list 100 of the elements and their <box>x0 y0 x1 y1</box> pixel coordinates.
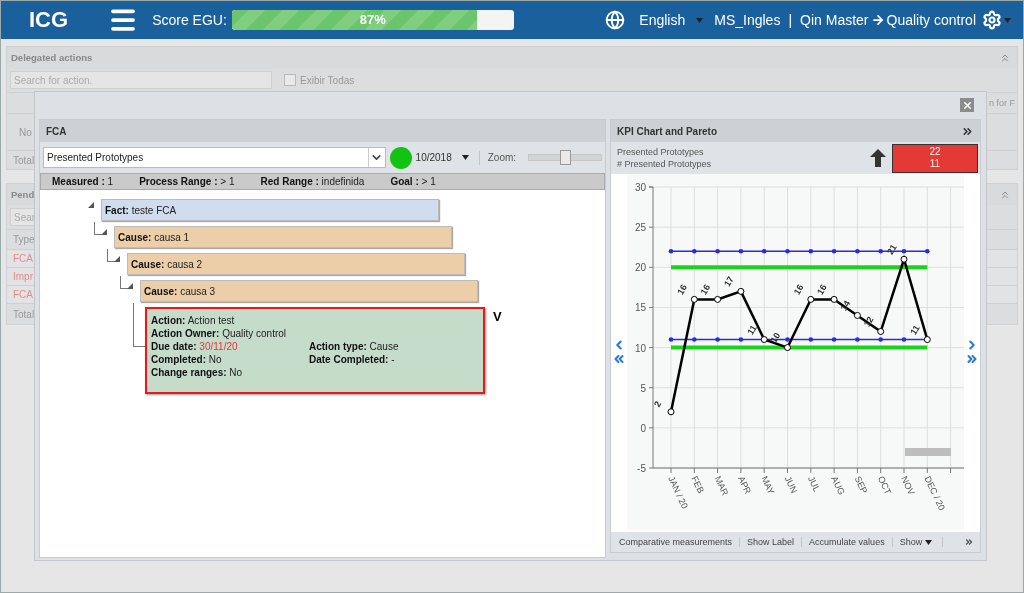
indicator-name: Presented Prototypes <box>617 147 705 157</box>
data-point <box>761 336 769 344</box>
axis-label: FEB <box>689 474 707 495</box>
unit-name[interactable]: Quality control <box>886 12 976 28</box>
stat-text: Process Range : > 1 <box>139 176 235 187</box>
close-button[interactable] <box>960 98 974 112</box>
period-selector[interactable]: 10/2018 <box>415 152 452 163</box>
target-value: 11 <box>929 158 941 170</box>
axis-label: 20 <box>635 262 647 274</box>
data-point <box>807 295 815 303</box>
limit-point <box>762 248 767 254</box>
data-label: 11 <box>745 323 759 337</box>
action-field: Change ranges: No <box>151 367 309 378</box>
panel-title: KPI Chart and Pareto <box>617 125 718 137</box>
axis-label: 5 <box>640 382 647 394</box>
total-label: Total <box>13 154 35 166</box>
action-field: Date Completed: - <box>309 354 479 365</box>
data-point <box>830 295 838 303</box>
caret-icon[interactable] <box>461 155 469 160</box>
panel-title: Pend <box>11 189 35 200</box>
action-field: Due date: 30/11/20 <box>151 341 309 352</box>
axis-label: JUN <box>783 474 800 495</box>
table-cell: Impr <box>13 271 33 282</box>
toolbar-button[interactable]: Comparative measurements <box>617 537 741 547</box>
axis-label: APR <box>736 474 754 496</box>
toolbar-button[interactable]: Show Label <box>740 537 803 547</box>
column-header: Type <box>13 234 35 245</box>
limit-point <box>692 337 697 342</box>
checkbox-label: Exibir Todas <box>300 74 355 86</box>
limit-point <box>785 248 791 254</box>
data-label: 11 <box>908 323 923 337</box>
axis-label: NOV <box>899 474 917 497</box>
separator-text: | <box>788 12 793 28</box>
expand-icon[interactable] <box>127 283 133 289</box>
globe-icon[interactable] <box>605 10 626 30</box>
score-value: 87% <box>358 11 387 29</box>
limit-point <box>808 337 814 342</box>
limit-point <box>692 248 697 254</box>
limit-point <box>785 337 791 342</box>
cause-node[interactable]: Cause: causa 2 <box>127 253 465 275</box>
fact-node[interactable]: Fact: teste FCA <box>101 199 439 221</box>
data-label: 16 <box>699 282 713 297</box>
data-label: 10 <box>768 330 783 345</box>
cause-node[interactable]: Cause: causa 3 <box>140 280 478 302</box>
slider-thumb[interactable] <box>560 150 571 165</box>
action-field: Action type: Cause <box>309 341 479 352</box>
toolbar-button[interactable]: Accumulate values <box>802 537 893 547</box>
checkbox[interactable] <box>284 74 296 86</box>
indicator-unit: # Presented Prototypes <box>617 159 713 169</box>
user-name[interactable]: MS_Ingles <box>714 12 781 28</box>
axis-label: MAY <box>759 474 777 496</box>
cause-node[interactable]: Cause: causa 1 <box>114 226 452 248</box>
axis-label: 25 <box>635 222 647 234</box>
data-label: 16 <box>815 282 830 297</box>
action-field: Action Owner: Quality control <box>151 328 309 339</box>
data-point <box>900 255 908 263</box>
limit-point <box>878 337 884 342</box>
limit-point <box>878 248 884 254</box>
data-point <box>714 295 722 303</box>
arrow-right-icon <box>870 13 885 27</box>
limit-point <box>808 248 814 254</box>
limit-point <box>855 337 861 342</box>
dropdown-button[interactable]: Show <box>892 537 944 547</box>
indicator-select[interactable]: Presented Prototypes <box>43 147 386 168</box>
more-icon[interactable] <box>964 537 974 547</box>
data-point <box>854 311 862 319</box>
scroll-thumb[interactable] <box>905 448 951 456</box>
limit-point <box>715 337 721 342</box>
select-value: Presented Prototypes <box>47 152 144 163</box>
settings-icon[interactable] <box>982 10 1002 30</box>
panel-title: FCA <box>46 125 67 137</box>
axis-label: 30 <box>635 182 647 193</box>
data-point <box>924 336 932 344</box>
data-point <box>667 408 675 416</box>
limit-point <box>902 248 907 254</box>
limit-point <box>855 248 861 254</box>
stat-text: Measured : 1 <box>52 176 114 187</box>
axis-label: JAN / 20 <box>666 474 691 511</box>
data-label: 12 <box>862 314 876 329</box>
language-selector[interactable]: English <box>639 12 686 28</box>
axis-label: DEC / 20 <box>922 474 948 512</box>
limit-point <box>669 248 674 254</box>
action-card[interactable]: Action: Action test Action Owner: Quality control Due date: 30/11/20 Action type: Cause Completed: No Date Completed: - Change ranges: No <box>145 307 485 394</box>
score-label: Score EGU: <box>152 12 227 28</box>
action-field: Completed: No <box>151 354 309 365</box>
limit-point <box>669 337 674 342</box>
data-label: 17 <box>722 274 736 289</box>
limit-point <box>925 248 930 254</box>
caret-icon[interactable] <box>925 540 933 545</box>
unit-path[interactable]: Qin Master <box>800 12 869 28</box>
data-point <box>877 328 885 335</box>
limit-point <box>832 248 837 254</box>
expand-icon[interactable] <box>114 256 120 262</box>
app-logo[interactable]: ICG <box>29 7 69 33</box>
marker-label: V <box>493 309 502 324</box>
table-cell: FCA <box>13 253 33 264</box>
axis-label: SEP <box>852 474 870 496</box>
target-value: 22 <box>929 146 941 158</box>
limit-point <box>902 337 907 342</box>
axis-label: 0 <box>640 422 647 434</box>
